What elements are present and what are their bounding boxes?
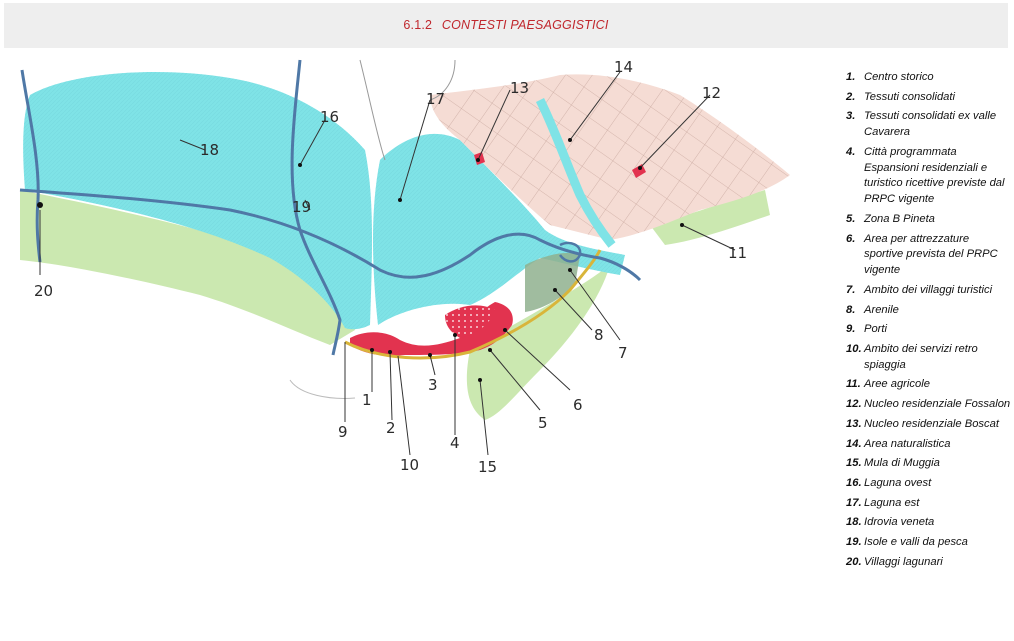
legend-item-label: Porti <box>864 323 888 336</box>
legend-item: 9. Porti <box>846 322 1011 338</box>
map-label-3: 3 <box>428 376 438 394</box>
legend-item-label: Area per attrezzature sportive prevista … <box>864 232 998 277</box>
legend-item-label: Aree agricole <box>864 378 930 391</box>
legend-item: 15. Mula di Muggia <box>846 456 1011 472</box>
legend-item: 13. Nucleo residenziale Boscat <box>846 417 1011 433</box>
legend-item: 2. Tessuti consolidati <box>846 90 1011 106</box>
map-label-1: 1 <box>362 391 372 409</box>
legend-item-label: Laguna est <box>864 496 920 509</box>
legend-item-number: 10. <box>846 342 862 355</box>
legend-item: 3. Tessuti consolidati ex valle Cavarera <box>846 109 1011 141</box>
legend-item-label: Nucleo residenziale Fossalon <box>864 398 1011 411</box>
legend-item-number: 9. <box>846 323 856 336</box>
map-label-7: 7 <box>618 344 628 362</box>
map-legend: 1. Centro storico 2. Tessuti consolidati 3. T… <box>846 70 1011 574</box>
map-label-8: 8 <box>594 326 604 344</box>
legend-item-label: Mula di Muggia <box>864 457 940 470</box>
map-label-20: 20 <box>34 282 53 300</box>
map-label-12: 12 <box>702 84 721 102</box>
legend-item: 12. Nucleo residenziale Fossalon <box>846 397 1011 413</box>
legend-item-number: 11. <box>846 378 861 391</box>
map-label-10: 10 <box>400 456 419 474</box>
legend-item-number: 13. <box>846 417 862 430</box>
legend-item: 18. Idrovia veneta <box>846 515 1011 531</box>
section-title: 6.1.2 CONTESTI PAESAGGISTICI <box>4 18 1008 32</box>
legend-item-number: 2. <box>846 90 856 103</box>
legend-item: 8. Arenile <box>846 303 1011 319</box>
map-label-18: 18 <box>200 141 219 159</box>
legend-item: 19. Isole e valli da pesca <box>846 535 1011 551</box>
legend-item: 14. Area naturalistica <box>846 437 1011 453</box>
legend-item-number: 5. <box>846 212 856 225</box>
legend-item-number: 18. <box>846 516 862 529</box>
map-label-11: 11 <box>728 244 747 262</box>
legend-item-label: Arenile <box>864 303 899 316</box>
map-label-4: 4 <box>450 434 460 452</box>
map-label-2: 2 <box>386 419 396 437</box>
legend-item-number: 16. <box>846 476 862 489</box>
legend-item: 11. Aree agricole <box>846 377 1011 393</box>
legend-item-number: 4. <box>846 145 856 158</box>
legend-item-label: Ambito dei servizi retro spiaggia <box>864 342 978 371</box>
legend-item-label: Area naturalistica <box>864 437 951 450</box>
legend-item-number: 15. <box>846 457 862 470</box>
legend-item: 6. Area per attrezzature sportive previst… <box>846 232 1011 279</box>
legend-item: 4. Città programmata Espansioni residenzi… <box>846 145 1011 208</box>
legend-item-number: 8. <box>846 303 856 316</box>
map-label-19: 19 <box>292 198 311 216</box>
legend-item-label: Laguna ovest <box>864 476 932 489</box>
legend-item-number: 12. <box>846 398 862 411</box>
legend-item-number: 20. <box>846 555 862 568</box>
legend-item-label: Ambito dei villaggi turistici <box>864 283 993 296</box>
map-label-15: 15 <box>478 458 497 476</box>
legend-item: 16. Laguna ovest <box>846 476 1011 492</box>
legend-item-number: 17. <box>846 496 862 509</box>
legend-item-label: Villaggi lagunari <box>864 555 943 568</box>
legend-item-number: 7. <box>846 283 856 296</box>
legend-item-number: 3. <box>846 110 856 123</box>
map-label-5: 5 <box>538 414 548 432</box>
legend-item-label: Isole e valli da pesca <box>864 535 968 548</box>
page-header: 6.1.2 CONTESTI PAESAGGISTICI <box>4 3 1008 48</box>
legend-item: 7. Ambito dei villaggi turistici <box>846 283 1011 299</box>
legend-item-label: Tessuti consolidati <box>864 90 956 103</box>
legend-item: 5. Zona B Pineta <box>846 212 1011 228</box>
legend-item: 20. Villaggi lagunari <box>846 555 1011 571</box>
map-label-6: 6 <box>573 396 583 414</box>
legend-item-label: Città programmata Espansioni residenzial… <box>864 145 1005 206</box>
legend-item-label: Nucleo residenziale Boscat <box>864 417 999 430</box>
legend-item: 10. Ambito dei servizi retro spiaggia <box>846 342 1011 374</box>
map-label-17: 17 <box>426 90 445 108</box>
legend-item-label: Centro storico <box>864 71 934 83</box>
legend-item-number: 14. <box>846 437 862 450</box>
legend-item-number: 1. <box>846 71 856 83</box>
section-title-text: CONTESTI PAESAGGISTICI <box>441 18 609 32</box>
map-label-13: 13 <box>510 79 529 97</box>
section-number: 6.1.2 <box>403 18 433 32</box>
legend-item-label: Zona B Pineta <box>864 212 935 225</box>
map-label-14: 14 <box>614 58 633 76</box>
landscape-map: 1 2 3 4 5 6 7 8 9 10 11 12 13 14 15 16 1… <box>19 58 790 476</box>
legend-item-label: Idrovia veneta <box>864 516 935 529</box>
map-label-16: 16 <box>320 108 339 126</box>
legend-item: 1. Centro storico <box>846 70 1011 86</box>
legend-item-number: 6. <box>846 232 856 245</box>
legend-item: 17. Laguna est <box>846 496 1011 512</box>
legend-item-number: 19. <box>846 535 862 548</box>
map-label-9: 9 <box>338 423 348 441</box>
legend-item-label: Tessuti consolidati ex valle Cavarera <box>864 110 997 139</box>
